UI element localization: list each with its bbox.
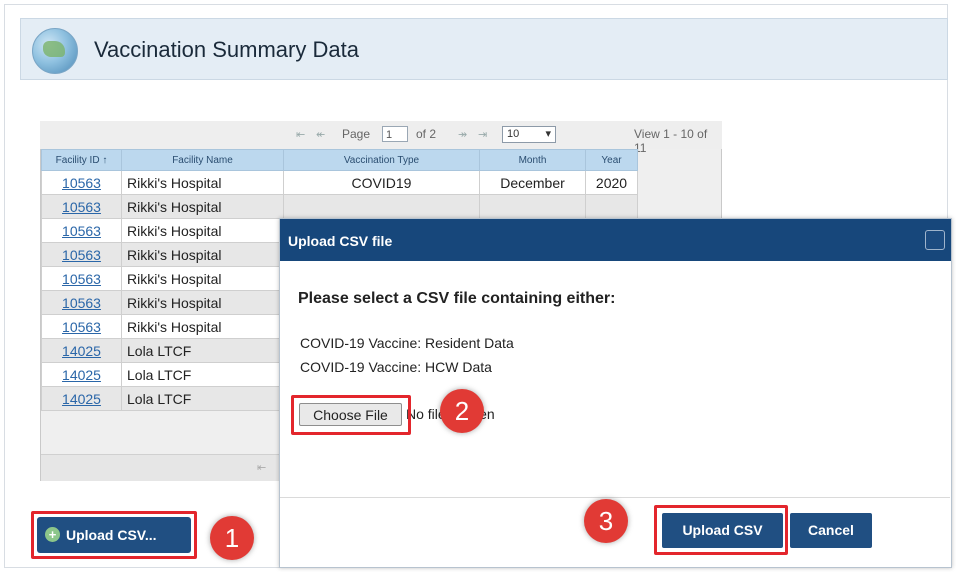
- step-badge-2: 2: [440, 389, 484, 433]
- facility-id-link[interactable]: 10563: [62, 175, 101, 191]
- step-badge-1: 1: [210, 516, 254, 560]
- page-number-input[interactable]: 1: [382, 126, 408, 142]
- year-cell: 2020: [585, 170, 638, 195]
- facility-name-cell: Lola LTCF: [121, 338, 284, 363]
- step-badge-3: 3: [584, 499, 628, 543]
- column-header-facility-id[interactable]: Facility ID ↑: [41, 149, 122, 171]
- dialog-option-resident: COVID-19 Vaccine: Resident Data: [300, 335, 514, 351]
- sort-arrow-icon: ↑: [102, 154, 108, 166]
- highlight-box-step-3: [654, 505, 788, 555]
- facility-name-cell: Rikki's Hospital: [121, 290, 284, 315]
- facility-id-link[interactable]: 14025: [62, 391, 101, 407]
- last-page-icon[interactable]: ⇥: [478, 128, 487, 141]
- column-header-month[interactable]: Month: [479, 149, 586, 171]
- page-label: Page: [342, 127, 371, 141]
- facility-id-link[interactable]: 14025: [62, 343, 101, 359]
- facility-name-cell: Rikki's Hospital: [121, 194, 284, 219]
- vaccination-type-cell: COVID19: [283, 170, 480, 195]
- first-page-icon[interactable]: ⇤: [257, 461, 266, 474]
- dialog-title-bar: Upload CSV file: [280, 219, 951, 261]
- month-cell: December: [479, 170, 586, 195]
- page-title: Vaccination Summary Data: [94, 37, 359, 62]
- facility-id-link[interactable]: 10563: [62, 247, 101, 263]
- dialog-title: Upload CSV file: [288, 233, 393, 249]
- highlight-box-step-2: [291, 395, 411, 435]
- facility-name-cell: Rikki's Hospital: [121, 218, 284, 243]
- prev-page-icon[interactable]: ↞: [316, 128, 325, 141]
- dialog-divider: [280, 497, 950, 498]
- page-size-select[interactable]: 10: [502, 126, 556, 143]
- table-header-row: Facility ID ↑ Facility Name Vaccination …: [41, 149, 638, 171]
- table-row: 10563 Rikki's Hospital COVID19 December …: [41, 170, 638, 195]
- facility-name-cell: Rikki's Hospital: [121, 266, 284, 291]
- column-header-year[interactable]: Year: [585, 149, 638, 171]
- column-header-vaccination-type[interactable]: Vaccination Type: [283, 149, 480, 171]
- facility-id-link[interactable]: 10563: [62, 223, 101, 239]
- vaccination-logo-icon: [32, 28, 78, 74]
- highlight-box-step-1: [31, 511, 197, 559]
- facility-name-cell: Lola LTCF: [121, 386, 284, 411]
- next-page-icon[interactable]: ↠: [458, 128, 467, 141]
- facility-id-link[interactable]: 10563: [62, 199, 101, 215]
- facility-name-cell: Rikki's Hospital: [121, 314, 284, 339]
- facility-id-link[interactable]: 10563: [62, 295, 101, 311]
- page-count-label: of 2: [416, 127, 437, 141]
- facility-id-link[interactable]: 14025: [62, 367, 101, 383]
- close-icon[interactable]: [925, 230, 945, 250]
- facility-name-cell: Lola LTCF: [121, 362, 284, 387]
- grid-pager: ⇤ ↞ Page 1 of 2 ↠ ⇥ 10 View 1 - 10 of 11: [40, 121, 722, 155]
- column-header-facility-name[interactable]: Facility Name: [121, 149, 284, 171]
- facility-name-cell: Rikki's Hospital: [121, 170, 284, 195]
- facility-id-link[interactable]: 10563: [62, 271, 101, 287]
- table-row: 10563 Rikki's Hospital: [41, 194, 638, 219]
- first-page-icon[interactable]: ⇤: [296, 128, 305, 141]
- facility-name-cell: Rikki's Hospital: [121, 242, 284, 267]
- records-view-text: View 1 - 10 of 11: [634, 127, 708, 155]
- dialog-option-hcw: COVID-19 Vaccine: HCW Data: [300, 359, 492, 375]
- facility-id-link[interactable]: 10563: [62, 319, 101, 335]
- dialog-prompt: Please select a CSV file containing eith…: [298, 290, 616, 307]
- cancel-button[interactable]: Cancel: [790, 513, 872, 548]
